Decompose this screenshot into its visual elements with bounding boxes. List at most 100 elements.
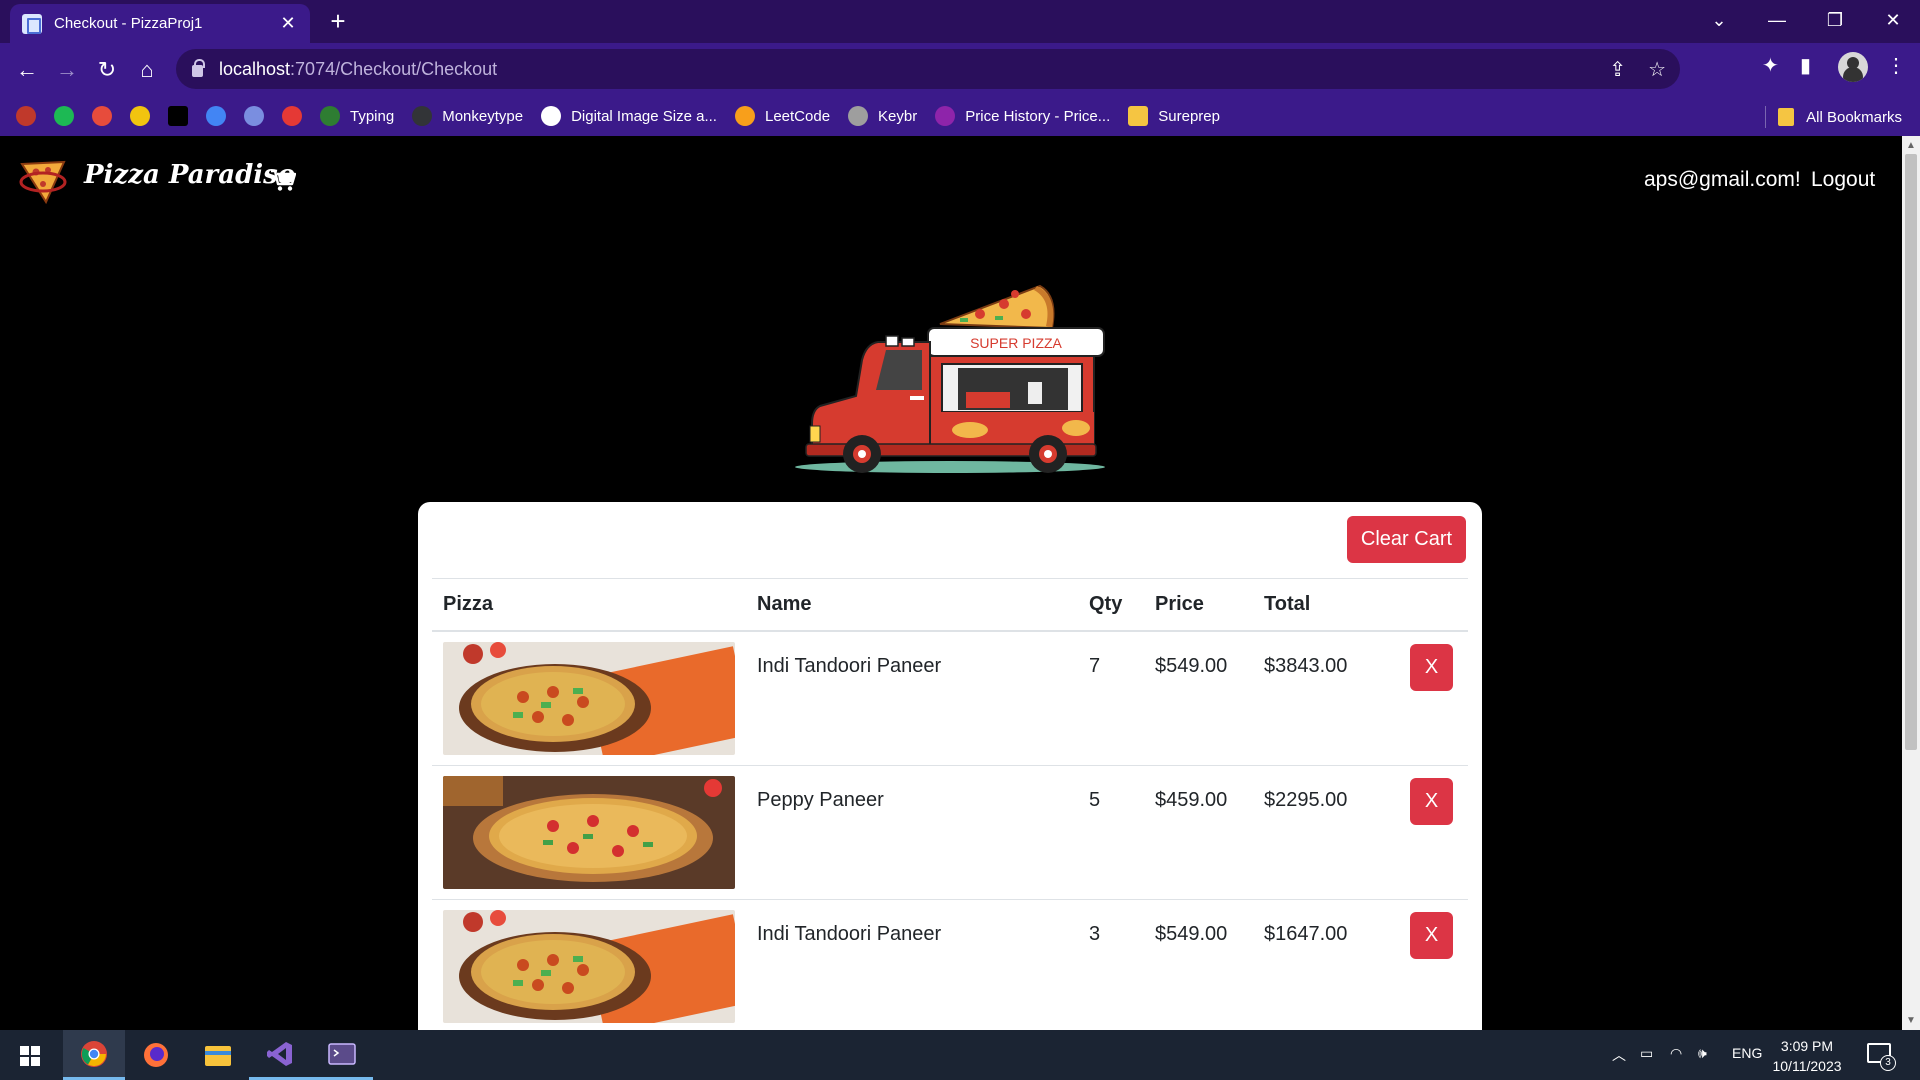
col-header-actions <box>1388 578 1468 632</box>
taskbar-visual-studio-icon[interactable] <box>249 1030 311 1080</box>
bookmark-label: Keybr <box>878 107 918 125</box>
lock-icon[interactable] <box>192 59 205 77</box>
pizza-image-cell <box>432 899 746 1030</box>
spotify-icon <box>54 106 74 126</box>
pizza-price: $549.00 <box>1144 630 1253 766</box>
scroll-down-icon[interactable]: ▼ <box>1906 1015 1916 1026</box>
tab-checkout[interactable]: Checkout - PizzaProj1 ✕ <box>10 4 310 43</box>
bookmark-label: Price History - Price... <box>965 107 1111 125</box>
address-bar[interactable]: localhost:7074/Checkout/Checkout ⇪ ☆ <box>176 49 1680 89</box>
bookmark-item[interactable] <box>206 106 236 126</box>
folder-icon <box>1128 106 1149 126</box>
profile-avatar[interactable] <box>1838 52 1868 82</box>
pizza-name: Indi Tandoori Paneer <box>746 899 1078 1030</box>
taskbar-file-explorer-icon[interactable] <box>187 1030 249 1080</box>
page-viewport: Pizza Paradiso aps@gmail.com! Logout SUP… <box>0 136 1902 1030</box>
logout-link[interactable]: Logout <box>1811 168 1875 192</box>
leetcode-icon <box>734 106 755 126</box>
cart-icon[interactable] <box>270 168 296 192</box>
wifi-icon[interactable]: ◠ <box>1670 1045 1682 1062</box>
bookmark-item[interactable]: Sureprep <box>1128 106 1220 126</box>
amazon-icon <box>168 106 188 126</box>
remove-cell: X <box>1388 765 1468 900</box>
window-controls: ⌄ — ❐ ✕ <box>1690 0 1920 40</box>
drop-icon <box>244 106 264 126</box>
tab-search-icon[interactable]: ⌄ <box>1690 10 1748 31</box>
bookmark-item[interactable] <box>168 106 198 126</box>
remove-item-button[interactable]: X <box>1410 643 1453 691</box>
scroll-up-icon[interactable]: ▲ <box>1906 140 1916 151</box>
bookmark-label: Typing <box>350 107 395 125</box>
forward-icon[interactable]: → <box>52 55 82 85</box>
bookmark-label: Digital Image Size a... <box>571 107 717 125</box>
side-panel-icon[interactable]: ▮ <box>1800 53 1811 78</box>
remove-item-button[interactable]: X <box>1410 911 1453 959</box>
bookmark-item[interactable]: Keybr <box>848 106 917 126</box>
bookmark-label: Monkeytype <box>442 107 524 125</box>
language-indicator[interactable]: ENG <box>1732 1045 1762 1061</box>
pizza-price: $459.00 <box>1144 765 1253 900</box>
url-path: :7074/Checkout/Checkout <box>290 58 498 79</box>
remove-item-button[interactable]: X <box>1410 777 1453 825</box>
browser-toolbar: ← → ↻ ⌂ localhost:7074/Checkout/Checkout… <box>0 43 1920 96</box>
back-icon[interactable]: ← <box>12 55 42 85</box>
tab-title: Checkout - PizzaProj1 <box>54 15 203 32</box>
all-bookmarks-button[interactable]: All Bookmarks <box>1765 106 1902 128</box>
cart-row: Indi Tandoori Paneer 7 $549.00 $3843.00 … <box>432 630 1468 766</box>
system-clock[interactable]: 3:09 PM 10/11/2023 <box>1772 1036 1842 1076</box>
pizza-image-cell <box>432 630 746 766</box>
page-scrollbar[interactable]: ▲ ▼ <box>1902 136 1920 1030</box>
extensions-icon[interactable]: ✦ <box>1762 53 1779 78</box>
pizza-qty: 7 <box>1078 630 1144 766</box>
minimize-button[interactable]: — <box>1748 10 1806 31</box>
bookmark-item[interactable]: Price History - Price... <box>935 106 1110 126</box>
bookmark-item[interactable] <box>282 106 312 126</box>
remove-cell: X <box>1388 630 1468 766</box>
bookmark-item[interactable] <box>16 106 46 126</box>
clear-cart-button[interactable]: Clear Cart <box>1347 516 1466 563</box>
taskbar-firefox-icon[interactable] <box>125 1030 187 1080</box>
bookmark-star-icon[interactable]: ☆ <box>1648 57 1666 82</box>
menu-kebab-icon[interactable]: ⋮ <box>1886 53 1906 78</box>
pizza-logo-icon[interactable] <box>16 152 70 206</box>
scroll-thumb[interactable] <box>1905 154 1917 750</box>
typing-icon <box>320 106 340 126</box>
clock-time: 3:09 PM <box>1780 1038 1834 1054</box>
gsuite-icon <box>206 106 226 126</box>
windows-taskbar: ︿ ▭ ◠ 🕪 ENG 3:09 PM 10/11/2023 3 <box>0 1030 1920 1080</box>
user-email-link[interactable]: aps@gmail.com! <box>1644 168 1801 192</box>
home-icon[interactable]: ⌂ <box>132 55 162 85</box>
truck-sign-text: SUPER PIZZA <box>970 335 1062 351</box>
price-history-icon <box>935 106 956 126</box>
bookmark-item[interactable]: Digital Image Size a... <box>541 106 717 126</box>
cart-table: Pizza Name Qty Price Total Indi Tandoori… <box>432 578 1468 1030</box>
pizza-qty: 5 <box>1078 765 1144 900</box>
close-tab-icon[interactable]: ✕ <box>278 13 298 34</box>
pizza-image <box>443 909 735 1023</box>
bookmark-item[interactable] <box>244 106 274 126</box>
bookmark-item[interactable]: Typing <box>320 106 394 126</box>
battery-icon[interactable]: ▭ <box>1640 1045 1653 1062</box>
bookmark-item[interactable]: Monkeytype <box>412 106 523 126</box>
volume-icon[interactable]: 🕪 <box>1698 1045 1707 1062</box>
brand-name[interactable]: Pizza Paradiso <box>84 160 295 190</box>
reload-icon[interactable]: ↻ <box>92 55 122 85</box>
col-header-pizza: Pizza <box>432 578 746 632</box>
show-hidden-icons-icon[interactable]: ︿ <box>1612 1045 1626 1065</box>
bookmark-item[interactable] <box>54 106 84 126</box>
new-tab-button[interactable]: + <box>324 6 352 37</box>
pizza-image-cell <box>432 765 746 900</box>
close-window-button[interactable]: ✕ <box>1864 10 1920 31</box>
bookmark-item[interactable]: LeetCode <box>734 106 830 126</box>
taskbar-chrome-icon[interactable] <box>63 1030 125 1080</box>
windows-start-icon[interactable] <box>20 1046 40 1066</box>
bookmark-item[interactable] <box>130 106 160 126</box>
store-icon <box>92 106 112 126</box>
pizza-name: Indi Tandoori Paneer <box>746 630 1078 766</box>
pizza-qty: 3 <box>1078 899 1144 1030</box>
taskbar-terminal-icon[interactable] <box>311 1030 373 1080</box>
pizza-image <box>443 641 735 755</box>
share-icon[interactable]: ⇪ <box>1609 57 1626 82</box>
restore-button[interactable]: ❐ <box>1806 10 1864 31</box>
bookmark-item[interactable] <box>92 106 122 126</box>
